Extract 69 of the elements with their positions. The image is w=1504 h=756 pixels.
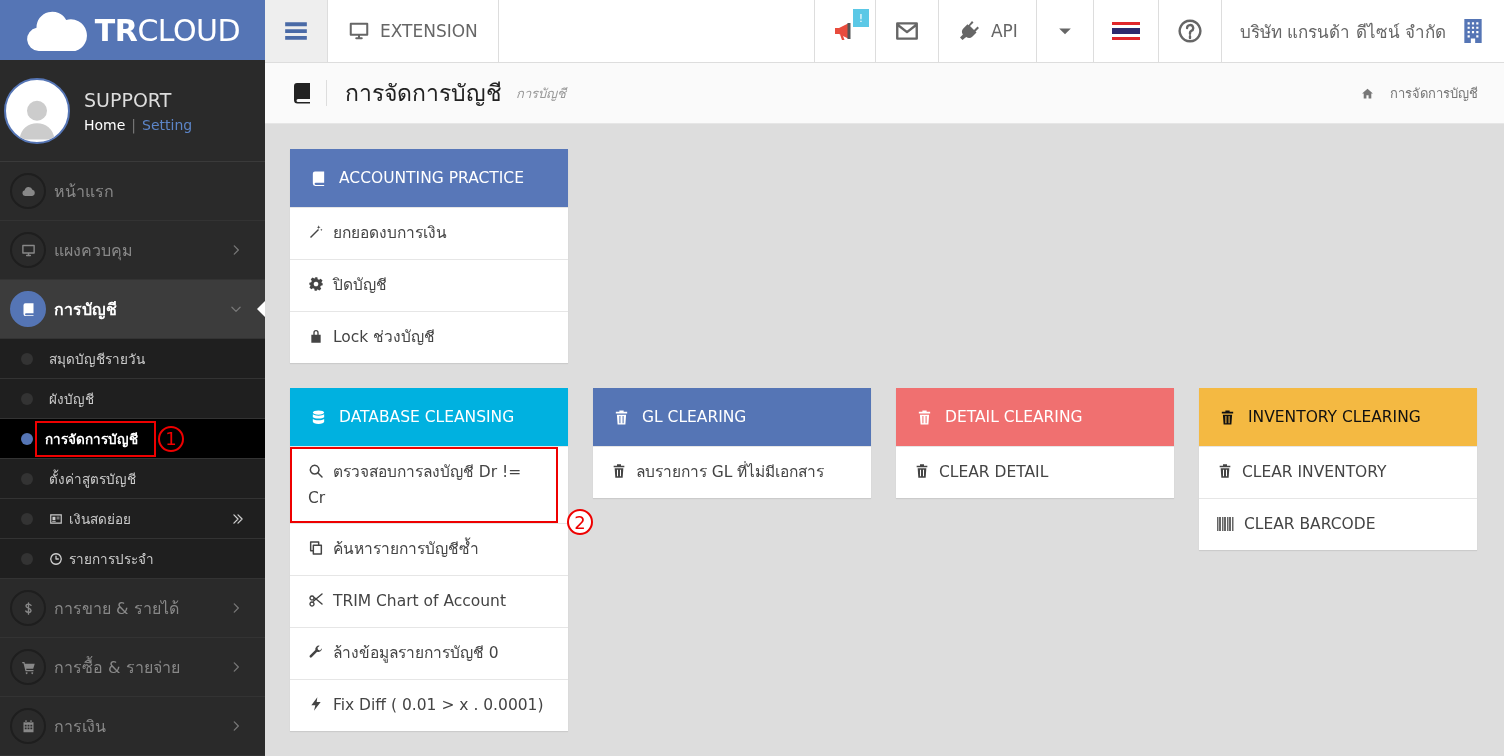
book-icon [310,169,327,187]
card-menu-item[interactable]: ล้างข้อมูลรายการบัญชี 0 [290,628,568,679]
settings-icon [308,276,324,292]
card-menu-item[interactable]: ยกยอดงบการเงิน [290,208,568,259]
profile-link[interactable]: Home [84,116,126,133]
sidebar-item[interactable]: การเงิน [0,697,265,756]
sidebar-item[interactable]: หน้าแรก [0,162,265,221]
breadcrumb-item[interactable]: การจัดการบัญชี [1390,82,1478,104]
trash-icon [916,408,933,426]
submenu-label: ตั้งค่าสูตรบัญชี [49,468,136,490]
sidebar-item[interactable]: การขาย & รายได้ [0,579,265,638]
card-menu-item[interactable]: Lock ช่วงบัญชี [290,312,568,363]
card-menu-item[interactable]: TRIM Chart of Account [290,576,568,627]
trash-icon [611,463,627,479]
lock-icon [308,328,324,344]
submenu-label: ผังบัญชี [49,389,94,409]
cloud-logo-icon [24,9,89,51]
barcode-icon [1217,517,1235,531]
logo-text[interactable]: TRCLOUD [94,12,241,48]
card-menu-item[interactable]: CLEAR INVENTORY [1199,447,1477,498]
database-icon [310,408,327,426]
card-menu-item[interactable]: ปิดบัญชี [290,260,568,311]
sidebar-item[interactable]: การซื้อ & รายจ่าย [0,638,265,697]
trash-icon [613,408,630,426]
card-menu-item[interactable]: ตรวจสอบการลงบัญชี Dr != Cr [290,447,558,523]
search-icon [308,463,324,479]
notification-badge: ! [852,9,869,27]
annotation-number: 2 [567,509,593,535]
card-menu-item[interactable]: CLEAR DETAIL [896,447,1174,498]
card-title: DATABASE CLEANSING [339,408,515,426]
sidebar-item[interactable]: การบัญชี [0,280,265,339]
profile-link[interactable]: Setting [142,116,193,133]
card-menu-item[interactable]: ลบรายการ GL ที่ไม่มีเอกสาร [593,447,871,498]
submenu-item[interactable]: การจัดการบัญชี 1 [0,419,265,459]
submenu-label: รายการประจำ [69,549,154,569]
card-menu-item[interactable]: Fix Diff ( 0.01 > x . 0.0001) [290,680,568,731]
page-subtitle: การบัญชี [516,84,566,103]
submenu-label: เงินสดย่อย [69,509,131,529]
card-menu-item[interactable]: CLEAR BARCODE [1199,499,1477,550]
card-title: DETAIL CLEARING [945,408,1083,426]
id-card-icon [49,511,63,526]
trash-icon [1217,463,1233,479]
wrench-icon [308,644,324,660]
monitor-icon [348,20,370,42]
submenu-label: การจัดการบัญชี [45,429,138,450]
menu-button[interactable] [265,0,328,62]
magic-wand-icon [308,224,324,240]
submenu-label: สมุดบัญชีรายวัน [49,349,145,370]
timeline-dot [21,432,33,445]
card-title: GL CLEARING [642,408,747,426]
separator: | [131,116,137,133]
card-menu-item[interactable]: ค้นหารายการบัญชีซ้ำ [290,524,568,575]
flag-icon [1111,22,1140,40]
trash-icon [914,463,930,479]
submenu-item[interactable]: เงินสดย่อย [0,499,265,539]
submenu-item[interactable]: รายการประจำ [0,539,265,579]
cart-icon [20,659,36,675]
user-name: SUPPORT [84,88,173,111]
home-icon[interactable] [1361,86,1374,100]
card-title: INVENTORY CLEARING [1248,408,1421,426]
page-title: การจัดการบัญชี [345,79,502,108]
card-title: ACCOUNTING PRACTICE [339,169,524,187]
scissors-icon [308,592,324,608]
copy-icon [308,540,324,556]
clock-icon [49,551,63,566]
trash-icon [1219,408,1236,426]
annotation-number: 1 [158,425,184,452]
help-icon [1176,18,1203,44]
monitor-icon [20,242,36,258]
